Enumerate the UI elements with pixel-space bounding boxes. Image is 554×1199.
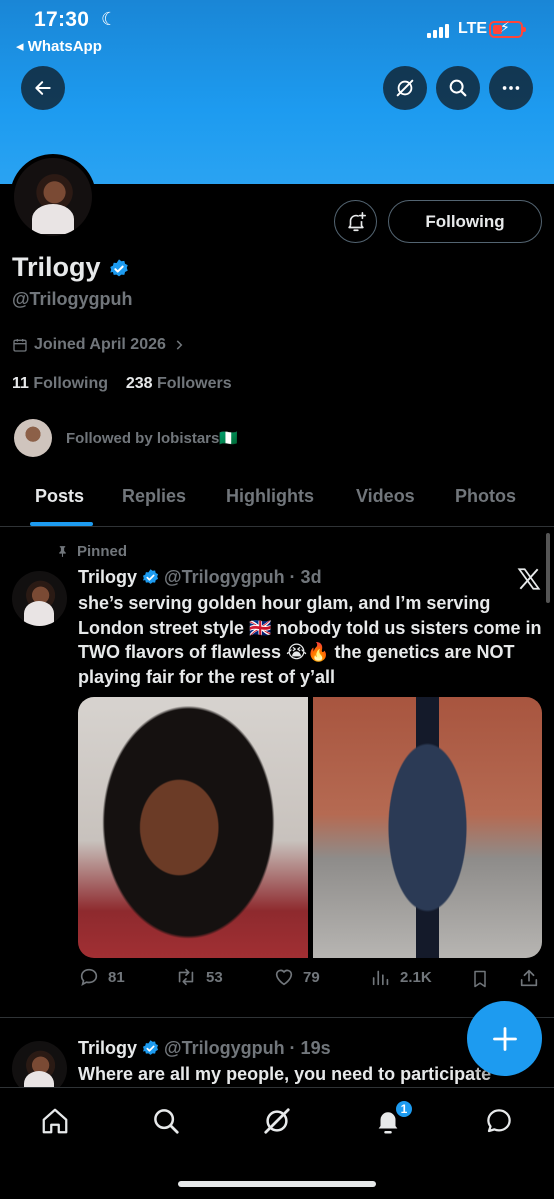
post-text: she’s serving golden hour glam, and I’m …: [78, 593, 542, 687]
share-icon[interactable]: [518, 967, 540, 989]
repost-icon: [178, 968, 194, 986]
views-button[interactable]: 2.1K: [370, 966, 432, 988]
verified-badge-icon[interactable]: [108, 258, 130, 280]
charging-icon: ⚡: [500, 19, 510, 35]
reply-icon: [80, 968, 98, 987]
joined-text: Joined April 2026: [34, 336, 166, 353]
signal-icon: [427, 24, 453, 38]
bookmark-icon[interactable]: [470, 968, 490, 990]
follower-avatar: [14, 419, 52, 457]
plus-icon: [492, 1026, 517, 1051]
back-button[interactable]: [21, 66, 65, 110]
home-icon[interactable]: [40, 1106, 70, 1136]
status-bar: 17:30 ☾ ◂ WhatsApp LTE ⚡: [0, 0, 554, 60]
more-button[interactable]: [489, 66, 533, 110]
bell-plus-icon: [347, 211, 366, 231]
tab-videos[interactable]: Videos: [356, 486, 415, 507]
post-media[interactable]: [78, 697, 542, 958]
profile-handle: @Trilogygpuh: [12, 289, 133, 309]
status-time: 17:30: [34, 8, 90, 31]
post-divider: [0, 1017, 554, 1018]
post-handle-time: @Trilogygpuh · 19s: [164, 1038, 331, 1058]
pinned-label: Pinned: [56, 543, 127, 560]
reply-count: 81: [108, 968, 125, 986]
pin-icon: [59, 546, 66, 557]
joined-date[interactable]: Joined April 2026: [12, 336, 186, 354]
calendar-icon: [13, 339, 27, 352]
post-handle-time: @Trilogygpuh · 3d: [164, 567, 322, 587]
back-to-app-link[interactable]: ◂ WhatsApp: [16, 37, 102, 55]
like-count: 79: [303, 968, 320, 986]
home-indicator[interactable]: [178, 1181, 376, 1187]
pinned-text: Pinned: [77, 543, 128, 560]
network-label: LTE: [458, 20, 488, 37]
followed-by[interactable]: Followed by lobistars🇳🇬: [14, 419, 238, 457]
scrollbar[interactable]: [546, 533, 550, 603]
post-actions: 81 53 79 2.1K: [78, 966, 544, 994]
search-icon[interactable]: [151, 1106, 181, 1136]
post-author[interactable]: Trilogy: [78, 1038, 137, 1059]
x-logo-icon[interactable]: [516, 566, 542, 592]
like-button[interactable]: 79: [273, 966, 320, 988]
views-icon: [372, 970, 389, 986]
verified-badge-icon: [142, 569, 159, 584]
photo-street-style[interactable]: [313, 697, 542, 958]
following-stat[interactable]: 11 Following: [12, 375, 108, 392]
compose-button[interactable]: [467, 1001, 542, 1076]
post-author[interactable]: Trilogy: [78, 567, 137, 588]
view-count: 2.1K: [400, 968, 432, 986]
post-header: Trilogy @Trilogygpuh · 19s: [78, 1038, 331, 1059]
following-button[interactable]: Following: [388, 200, 542, 243]
tab-highlights[interactable]: Highlights: [226, 486, 314, 507]
photo-golden-hour[interactable]: [78, 697, 308, 958]
arrow-left-icon: [35, 81, 51, 95]
profile-tabs: Posts Replies Highlights Videos Photos: [0, 470, 554, 527]
notify-button[interactable]: [334, 200, 377, 243]
search-button[interactable]: [436, 66, 480, 110]
follow-stats: 11 Following 238 Followers: [12, 375, 232, 393]
followed-by-text: Followed by lobistars🇳🇬: [66, 430, 239, 447]
search-icon: [449, 79, 467, 97]
heart-icon: [275, 969, 293, 986]
grok-button[interactable]: [383, 66, 427, 110]
post-text: Where are all my people, you need to par…: [78, 1064, 492, 1084]
profile-name-text: Trilogy: [12, 252, 101, 282]
active-tab-indicator: [30, 522, 93, 526]
repost-count: 53: [206, 968, 223, 986]
grok-icon[interactable]: [262, 1106, 292, 1136]
grok-icon: [396, 79, 414, 97]
tab-photos[interactable]: Photos: [455, 486, 516, 507]
post-avatar[interactable]: [12, 571, 67, 626]
chevron-right-icon: [176, 340, 183, 350]
tab-replies[interactable]: Replies: [122, 486, 186, 507]
followers-stat[interactable]: 238 Followers: [126, 375, 232, 392]
messages-icon[interactable]: [484, 1106, 514, 1136]
repost-button[interactable]: 53: [174, 966, 223, 988]
moon-icon: ☾: [101, 9, 118, 29]
more-icon: [502, 86, 520, 90]
notifications-badge: 1: [394, 1099, 414, 1119]
reply-button[interactable]: 81: [78, 966, 125, 988]
verified-badge-icon: [142, 1040, 159, 1055]
tab-posts[interactable]: Posts: [35, 486, 84, 507]
profile-avatar[interactable]: [10, 154, 96, 240]
post-header: Trilogy @Trilogygpuh · 3d: [78, 567, 322, 588]
profile-name: Trilogy: [12, 252, 130, 283]
